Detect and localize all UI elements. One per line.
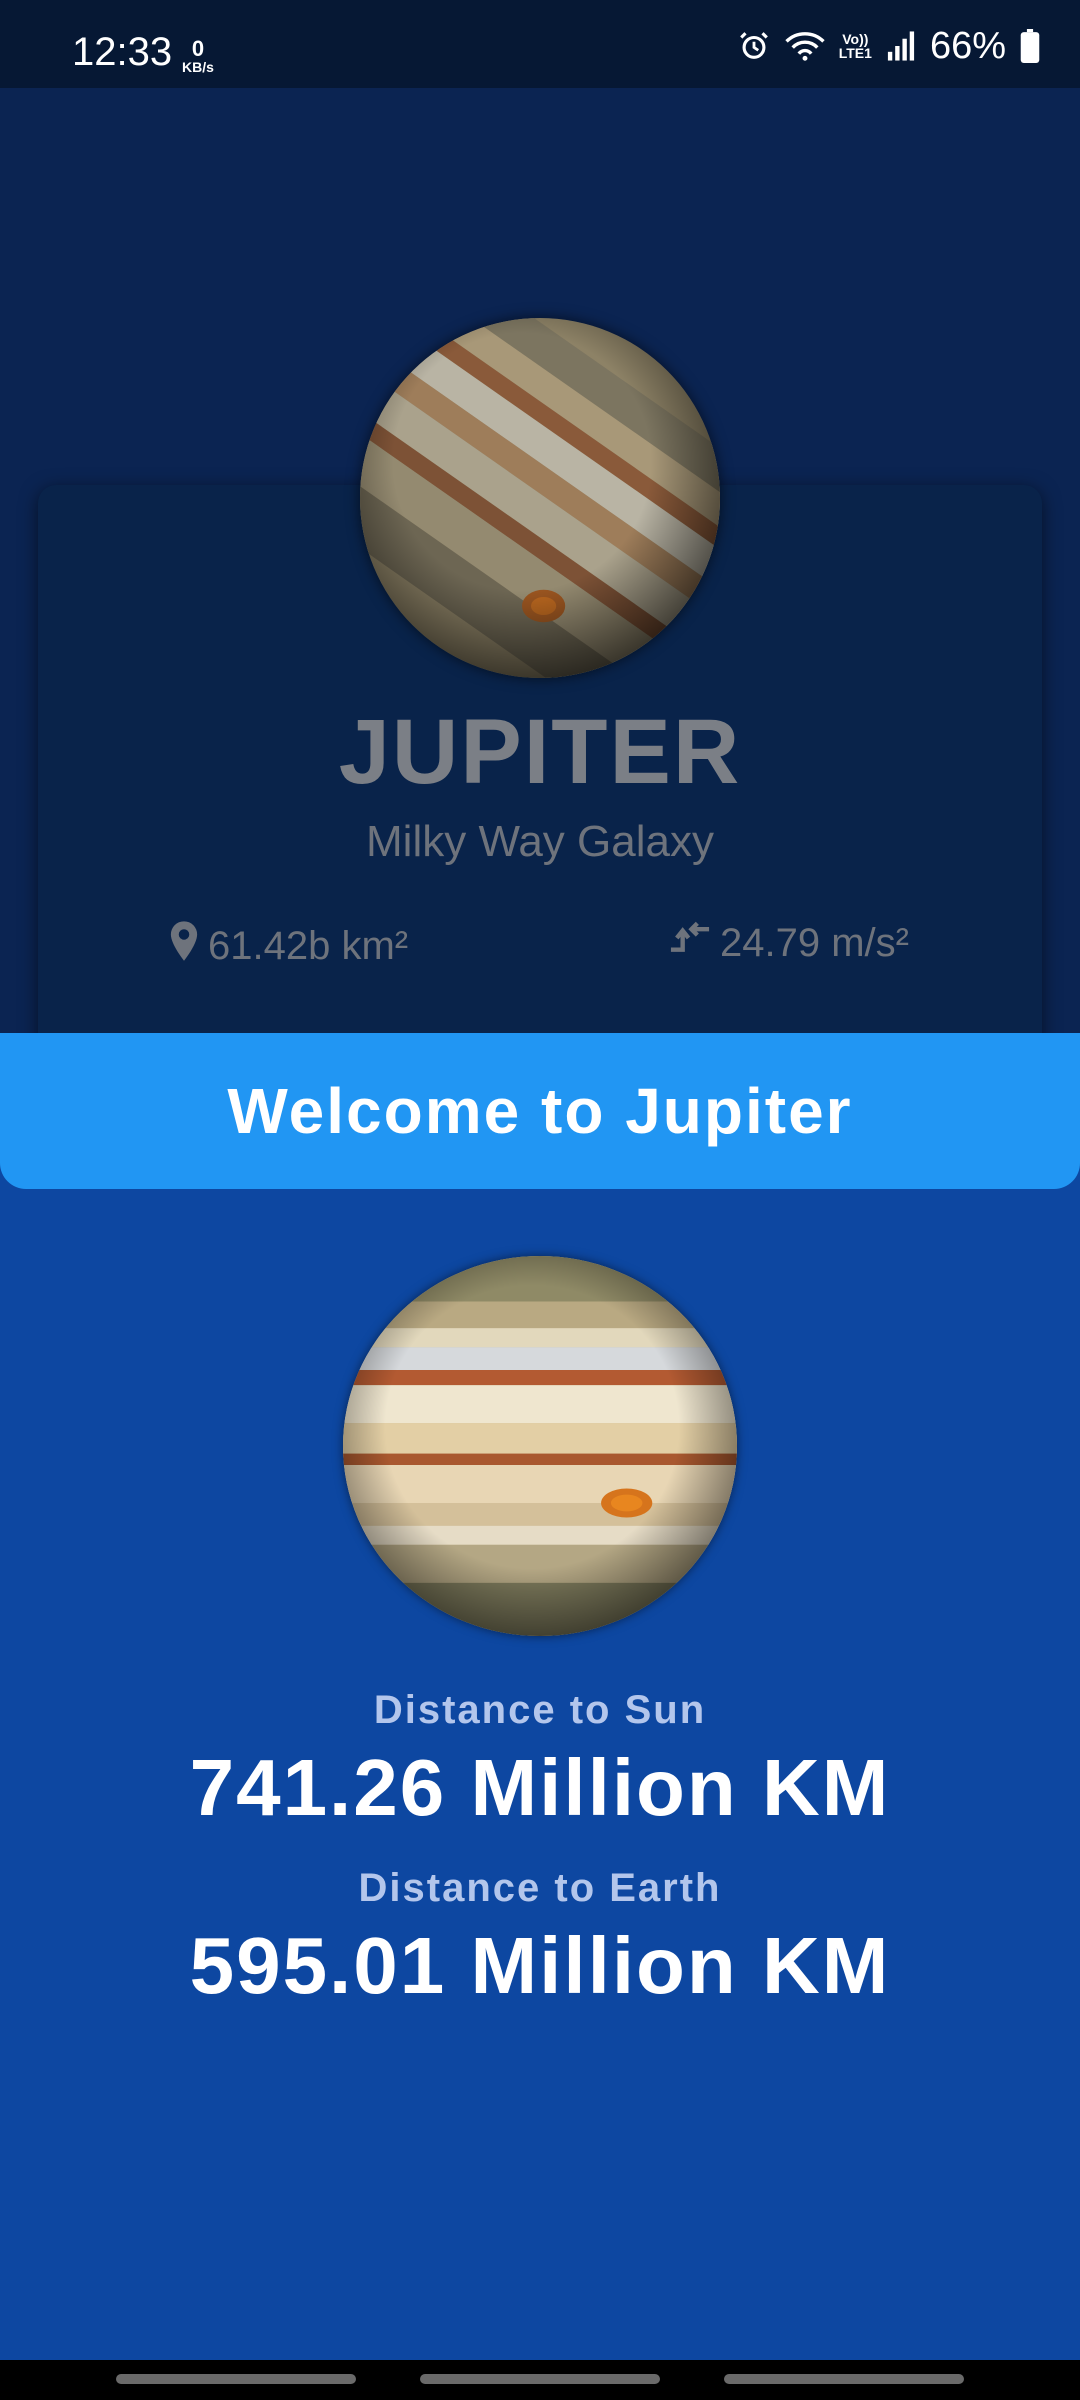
distance-earth-value: 595.01 Million KM: [189, 1921, 891, 2010]
nav-recents-button[interactable]: [116, 2374, 356, 2384]
area-value: 61.42b km²: [208, 923, 409, 968]
lte-label: LTE1: [838, 45, 872, 61]
distance-earth-label: Distance to Earth: [358, 1866, 722, 1910]
area-stat: 61.42b km²: [168, 920, 408, 972]
distance-sun-label: Distance to Sun: [373, 1688, 707, 1732]
planet-name: JUPITER: [338, 701, 742, 803]
merge-arrows-icon: [668, 920, 712, 966]
battery-icon: [1020, 29, 1040, 63]
jupiter-image-small: [360, 318, 720, 678]
navigation-bar: [0, 2360, 1080, 2400]
planet-galaxy: Milky Way Galaxy: [366, 817, 714, 866]
alarm-icon: [737, 29, 771, 63]
network-speed-value: 0: [191, 36, 205, 61]
jupiter-image-large: [343, 1256, 737, 1636]
welcome-banner: Welcome to Jupiter: [0, 1033, 1080, 1189]
status-bar: 12:33 0 KB/s Vo)) LTE1 66%: [0, 0, 1080, 88]
nav-back-button[interactable]: [724, 2374, 964, 2384]
wifi-icon: [785, 29, 825, 63]
battery-percent: 66%: [929, 24, 1006, 67]
welcome-title: Welcome to Jupiter: [227, 1075, 853, 1147]
gravity-value: 24.79 m/s²: [720, 920, 909, 965]
status-time: 12:33: [72, 30, 173, 74]
gravity-stat: 24.79 m/s²: [668, 920, 909, 966]
network-speed: 0 KB/s: [178, 36, 218, 75]
distance-sun-value: 741.26 Million KM: [189, 1743, 891, 1832]
nav-home-button[interactable]: [420, 2374, 660, 2384]
network-speed-unit: KB/s: [182, 59, 214, 75]
signal-icon: [886, 30, 916, 62]
volte-label: Vo)): [842, 31, 869, 47]
status-icons: Vo)) LTE1 66%: [737, 24, 1040, 67]
lte-indicator: Vo)) LTE1: [839, 32, 872, 60]
location-pin-icon: [168, 920, 200, 972]
